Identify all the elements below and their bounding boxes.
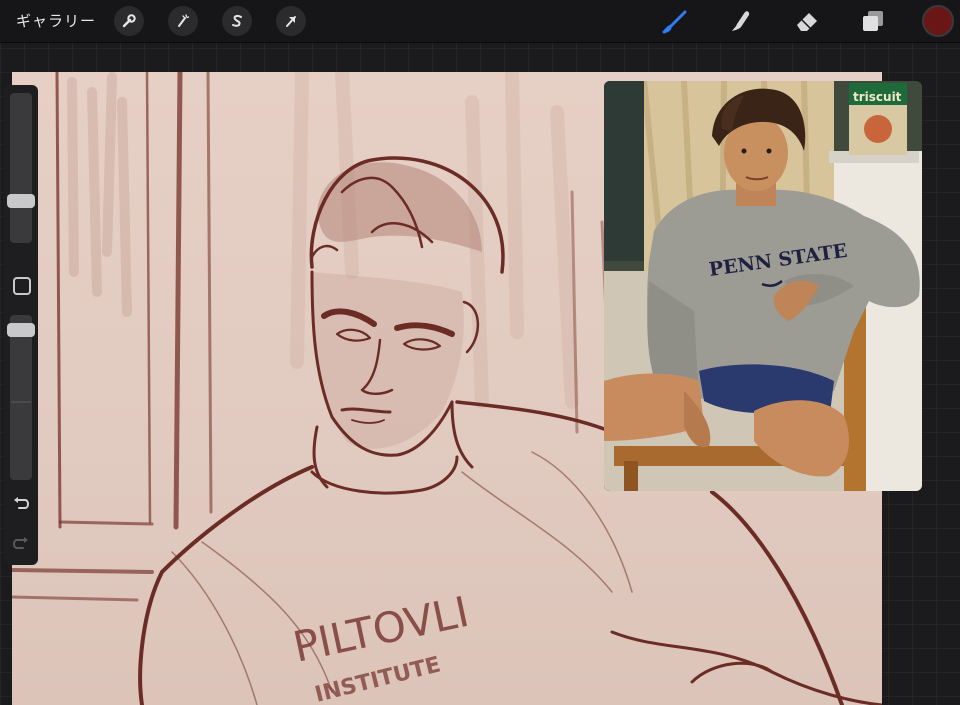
reference-photo: triscuit PENN STATE [604, 81, 922, 491]
layers-icon [859, 7, 887, 35]
side-panel [4, 85, 38, 565]
brush-icon [661, 7, 689, 35]
layers-button[interactable] [858, 6, 888, 36]
color-picker-button[interactable] [922, 5, 954, 37]
slider-divider [11, 401, 31, 403]
undo-icon [12, 494, 30, 516]
transform-button[interactable] [276, 6, 306, 36]
brush-size-slider[interactable] [10, 93, 32, 243]
selection-s-icon [229, 13, 245, 29]
top-toolbar: ギャラリー [0, 0, 960, 43]
opacity-thumb[interactable] [7, 322, 35, 337]
redo-button[interactable] [11, 535, 31, 555]
smudge-tool[interactable] [726, 6, 756, 36]
brush-tool[interactable] [660, 6, 690, 36]
triscuit-box-label: triscuit [853, 90, 902, 104]
selection-button[interactable] [222, 6, 252, 36]
eraser-icon [793, 7, 821, 35]
adjustments-button[interactable] [168, 6, 198, 36]
actions-button[interactable] [114, 6, 144, 36]
gallery-button[interactable]: ギャラリー [16, 10, 96, 31]
brush-size-thumb[interactable] [7, 194, 35, 209]
eraser-tool[interactable] [792, 6, 822, 36]
wrench-icon [121, 13, 137, 29]
arrow-cursor-icon [283, 13, 299, 29]
undo-button[interactable] [11, 495, 31, 515]
smudge-icon [727, 7, 755, 35]
modify-button[interactable] [13, 277, 31, 295]
redo-icon [12, 534, 30, 556]
opacity-slider[interactable] [10, 315, 32, 480]
sketch-lettering: PILTOVLI [289, 587, 473, 672]
magic-wand-icon [175, 13, 191, 29]
reference-window[interactable]: triscuit PENN STATE [604, 81, 922, 491]
